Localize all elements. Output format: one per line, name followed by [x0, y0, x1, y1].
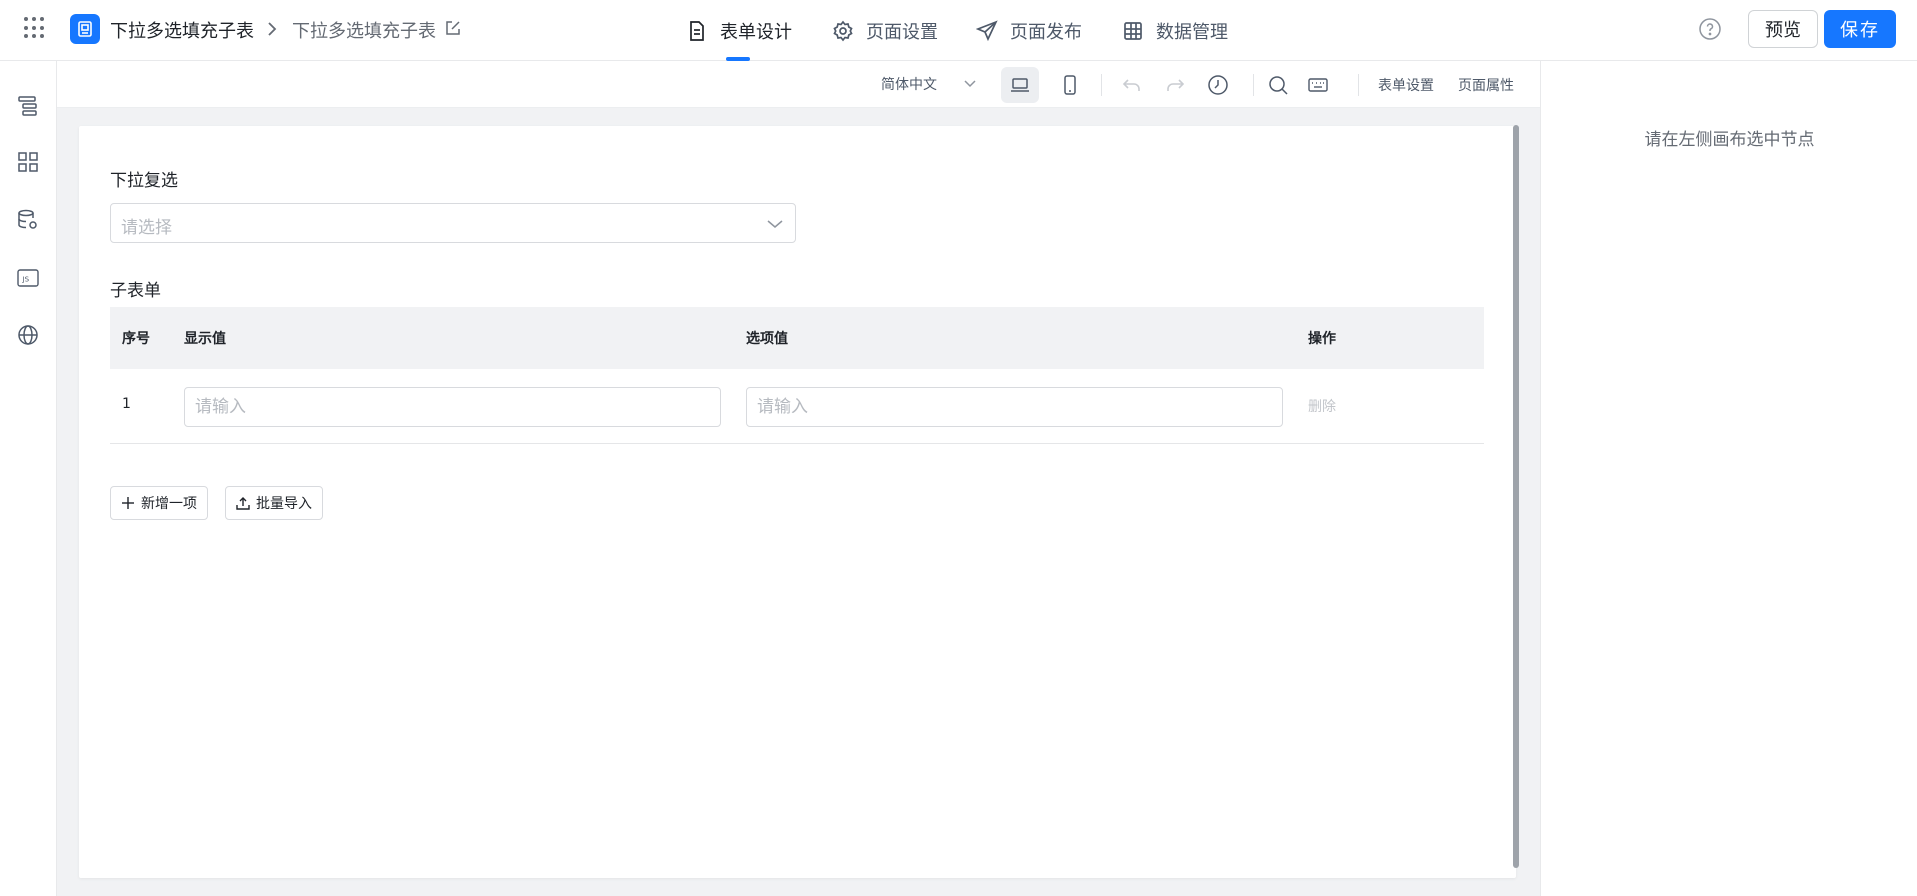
multi-select-dropdown[interactable]: 请选择	[110, 203, 796, 243]
top-bar: 下拉多选填充子表 下拉多选填充子表 表单设计 页面设置 页面发布 数据管理 预览…	[0, 0, 1917, 61]
outline-tree-icon[interactable]	[14, 92, 42, 120]
tab-data-management-label: 数据管理	[1156, 21, 1228, 43]
laptop-icon	[1011, 78, 1029, 92]
properties-empty-hint: 请在左侧画布选中节点	[1644, 130, 1815, 150]
delete-row-button[interactable]: 删除	[1308, 396, 1336, 416]
mobile-view-button[interactable]	[1051, 67, 1089, 103]
history-button[interactable]	[1199, 67, 1237, 103]
keyboard-icon	[1308, 78, 1328, 92]
tab-form-design[interactable]: 表单设计	[686, 0, 792, 61]
toolbar-divider	[1101, 74, 1102, 96]
multi-select-placeholder: 请选择	[121, 218, 172, 238]
undo-icon	[1122, 79, 1140, 91]
toolbar-divider	[1358, 74, 1359, 96]
multi-select-label: 下拉复选	[110, 171, 178, 191]
shortcut-button[interactable]	[1299, 67, 1337, 103]
save-button[interactable]: 保存	[1824, 10, 1896, 48]
batch-import-label: 批量导入	[256, 496, 312, 512]
tab-page-publish-label: 页面发布	[1010, 21, 1082, 43]
breadcrumb-page: 下拉多选填充子表	[292, 21, 436, 42]
column-header-index: 序号	[122, 331, 150, 347]
form-settings-link[interactable]: 表单设置	[1378, 75, 1434, 95]
help-icon[interactable]	[1698, 17, 1722, 41]
left-rail: JS	[0, 61, 57, 896]
search-button[interactable]	[1259, 67, 1297, 103]
canvas-scrollbar[interactable]	[1513, 125, 1519, 868]
desktop-view-button[interactable]	[1001, 67, 1039, 103]
table-grid-icon	[1124, 21, 1142, 40]
batch-import-button[interactable]: 批量导入	[225, 486, 323, 520]
undo-button[interactable]	[1113, 67, 1151, 103]
app-logo-icon[interactable]	[70, 14, 100, 44]
edit-icon[interactable]	[444, 19, 462, 37]
language-select[interactable]: 简体中文	[881, 74, 937, 94]
components-grid-icon[interactable]	[14, 148, 42, 176]
row-index: 1	[122, 396, 131, 412]
option-value-input[interactable]	[746, 387, 1283, 427]
app-launcher-icon[interactable]	[24, 17, 46, 39]
search-icon	[1269, 76, 1288, 95]
js-code-icon[interactable]: JS	[14, 264, 42, 292]
page-properties-link[interactable]: 页面属性	[1458, 75, 1514, 95]
tab-data-management[interactable]: 数据管理	[1122, 0, 1228, 61]
table-header: 序号 显示值 选项值 操作	[110, 307, 1484, 369]
toolbar-divider	[1253, 74, 1254, 96]
subform-table: 序号 显示值 选项值 操作 1 删除	[110, 307, 1484, 444]
tab-page-settings[interactable]: 页面设置	[832, 0, 938, 61]
upload-icon	[236, 497, 250, 510]
display-value-input[interactable]	[184, 387, 721, 427]
globe-icon[interactable]	[14, 321, 42, 349]
subform-label: 子表单	[110, 281, 161, 301]
column-header-display: 显示值	[184, 331, 226, 347]
tab-page-settings-label: 页面设置	[866, 21, 938, 43]
clock-icon	[1208, 75, 1228, 95]
form-canvas: 下拉复选 请选择 子表单 序号 显示值 选项值 操作 1 删除 新增一项	[79, 126, 1516, 878]
svg-text:JS: JS	[22, 276, 30, 284]
table-row: 1 删除	[110, 369, 1484, 444]
preview-button[interactable]: 预览	[1748, 10, 1818, 48]
add-item-label: 新增一项	[141, 496, 197, 512]
canvas-area: 简体中文 表单设置 页面属性 下拉复选 请选择 子表单 序号 显示值 选项值 操…	[57, 61, 1540, 896]
redo-icon	[1167, 79, 1185, 91]
tab-form-design-label: 表单设计	[720, 21, 792, 43]
chevron-down-icon[interactable]	[962, 76, 978, 92]
column-header-action: 操作	[1308, 331, 1336, 347]
chevron-down-icon	[767, 220, 783, 228]
chevron-right-icon	[268, 22, 277, 36]
mobile-icon	[1064, 75, 1076, 95]
column-header-value: 选项值	[746, 331, 788, 347]
properties-panel: 请在左侧画布选中节点	[1540, 61, 1917, 896]
tab-page-publish[interactable]: 页面发布	[976, 0, 1082, 61]
breadcrumb-app[interactable]: 下拉多选填充子表	[110, 17, 254, 43]
add-item-button[interactable]: 新增一项	[110, 486, 208, 520]
canvas-toolbar: 简体中文 表单设置 页面属性	[57, 61, 1540, 108]
plus-icon	[122, 497, 134, 509]
redo-button[interactable]	[1156, 67, 1194, 103]
file-text-icon	[690, 20, 704, 41]
data-source-icon[interactable]	[14, 206, 42, 234]
gear-icon	[833, 20, 853, 41]
send-icon	[976, 19, 998, 41]
